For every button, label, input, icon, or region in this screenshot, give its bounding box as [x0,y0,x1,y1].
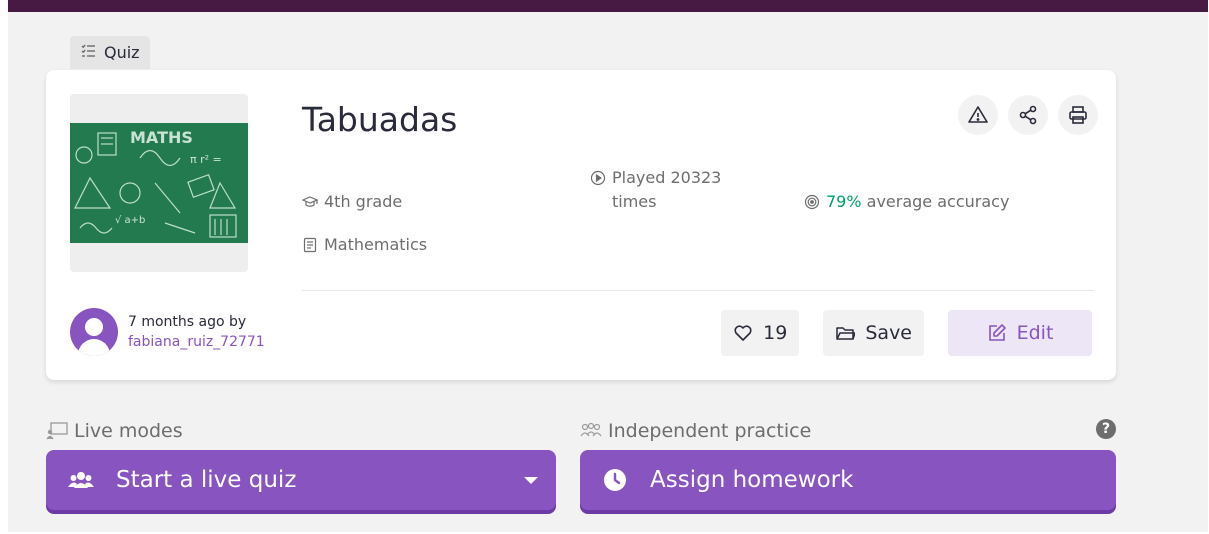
live-modes-label: Live modes [74,420,183,442]
quiz-card: MATHS π r² = √ a+b Tabuadas 4th grade Ma… [46,70,1116,380]
warning-icon [968,106,988,123]
edit-icon [988,324,1006,341]
clock-icon [604,469,626,491]
subject-info: Mathematics [302,233,427,257]
svg-text:√ a+b: √ a+b [115,215,145,226]
top-bar [8,0,1208,12]
accuracy-label: average accuracy [861,192,1010,211]
quiz-thumbnail: MATHS π r² = √ a+b [70,94,248,272]
quiz-type-label: Quiz [104,43,140,62]
svg-text:MATHS: MATHS [130,128,193,147]
heart-icon [734,325,752,341]
author-time: 7 months ago by [128,314,247,330]
report-button[interactable] [958,95,998,135]
edit-button[interactable]: Edit [948,310,1092,356]
assign-homework-label: Assign homework [650,467,854,493]
live-modes-heading: Live modes [46,420,183,442]
quiz-type-tag: Quiz [70,36,150,69]
grade-label: 4th grade [324,192,403,211]
assign-homework-button[interactable]: Assign homework [580,450,1116,510]
list-icon [80,43,96,63]
chevron-down-icon[interactable] [524,477,538,484]
maths-chalkboard-image: MATHS π r² = √ a+b [70,123,248,243]
independent-practice-label: Independent practice [608,420,812,442]
print-icon [1069,106,1087,124]
card-divider [302,290,1094,291]
quiz-title: Tabuadas [302,100,458,139]
edit-label: Edit [1016,322,1054,344]
independent-practice-heading: Independent practice [580,420,811,442]
played-label: Played 20323 times [612,168,722,211]
author-info: 7 months ago by fabiana_ruiz_72771 [70,308,265,356]
author-username[interactable]: fabiana_ruiz_72771 [128,332,265,352]
like-count: 19 [763,322,788,344]
users-icon [68,472,94,488]
start-live-quiz-label: Start a live quiz [116,467,297,493]
print-button[interactable] [1058,95,1098,135]
played-info: Played 20323 times [590,166,760,214]
svg-text:π r² =: π r² = [190,153,222,166]
play-circle-icon [590,170,606,186]
target-icon [804,194,820,210]
help-icon[interactable]: ? [1096,419,1116,439]
save-label: Save [865,322,912,344]
share-button[interactable] [1008,95,1048,135]
card-buttons: 19 Save Edit [721,310,1092,356]
accuracy-info: 79% average accuracy [804,190,1009,214]
save-button[interactable]: Save [823,310,924,356]
grade-info: 4th grade [302,190,402,214]
accuracy-value: 79% [826,192,862,211]
like-button[interactable]: 19 [721,310,800,356]
presentation-icon [46,422,68,440]
start-live-quiz-button[interactable]: Start a live quiz [46,450,556,510]
share-icon [1019,105,1037,125]
book-icon [303,237,317,253]
subject-label: Mathematics [324,235,428,254]
card-actions [958,95,1098,135]
group-icon [580,422,602,437]
graduation-cap-icon [302,196,318,207]
avatar[interactable] [70,308,118,356]
folder-icon [836,327,856,340]
